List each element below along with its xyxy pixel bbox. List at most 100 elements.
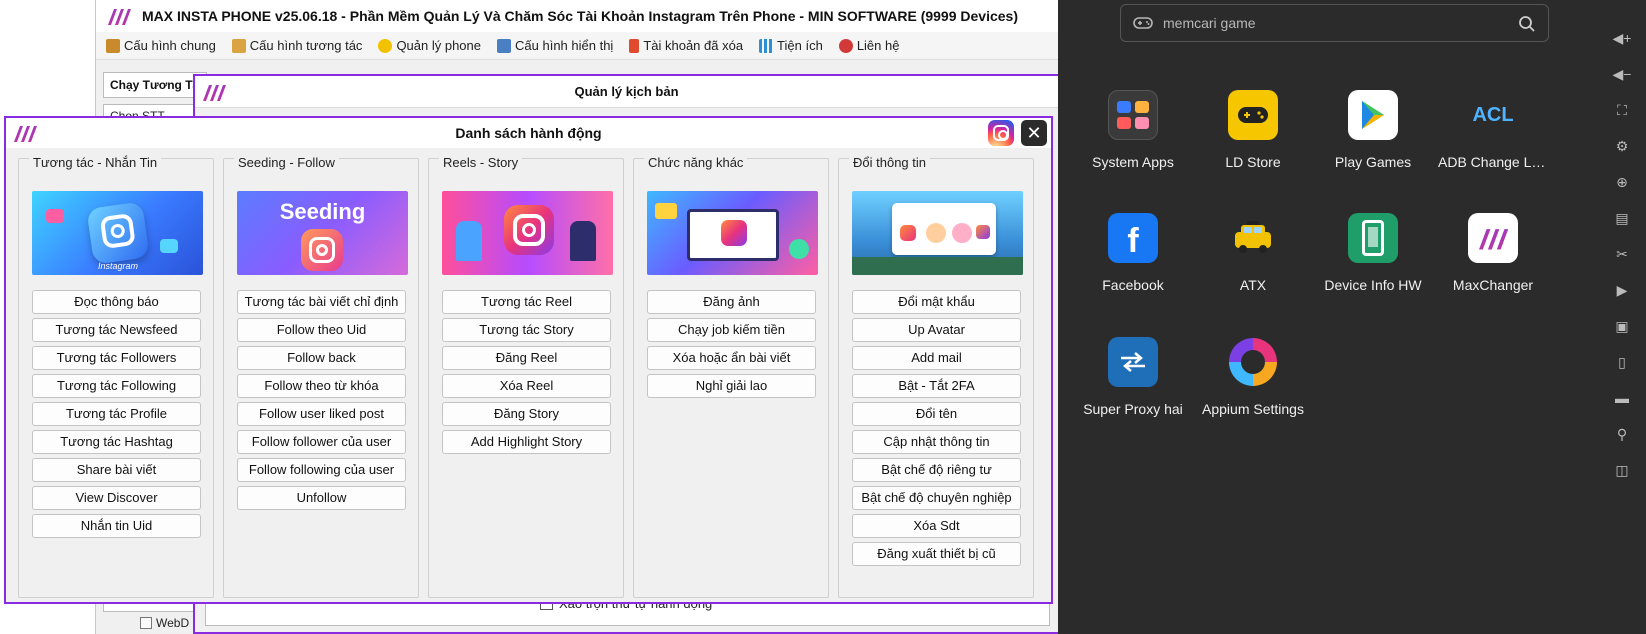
action-follow-follower-button[interactable]: Follow follower của user [237, 430, 406, 454]
action-newsfeed-button[interactable]: Tương tác Newsfeed [32, 318, 201, 342]
menu-phone-manager[interactable]: Quản lý phone [378, 38, 481, 53]
action-read-notifications-button[interactable]: Đọc thông báo [32, 290, 201, 314]
action-change-password-button[interactable]: Đổi mật khẩu [852, 290, 1021, 314]
shake-icon[interactable]: ▯ [1612, 352, 1632, 372]
instagram-banner: Instagram [32, 191, 203, 275]
action-follow-keyword-button[interactable]: Follow theo từ khóa [237, 374, 406, 398]
action-post-reel-button[interactable]: Đăng Reel [442, 346, 611, 370]
action-delete-hide-post-button[interactable]: Xóa hoặc ẩn bài viết [647, 346, 816, 370]
action-interact-reel-button[interactable]: Tương tác Reel [442, 290, 611, 314]
person-figure-icon [570, 221, 596, 261]
maxchanger-icon [1468, 213, 1518, 263]
ld-store-icon [1228, 90, 1278, 140]
action-add-mail-button[interactable]: Add mail [852, 346, 1021, 370]
add-icon[interactable]: ⊕ [1612, 172, 1632, 192]
super-proxy-icon [1108, 337, 1158, 387]
action-earn-money-job-button[interactable]: Chạy job kiếm tiền [647, 318, 816, 342]
menu-display-config[interactable]: Cấu hình hiển thị [497, 38, 613, 53]
menu-contact[interactable]: Liên hệ [838, 38, 899, 53]
action-add-highlight-button[interactable]: Add Highlight Story [442, 430, 611, 454]
instagram-icon[interactable] [988, 120, 1014, 146]
action-delete-phone-button[interactable]: Xóa Sdt [852, 514, 1021, 538]
action-private-mode-button[interactable]: Bật chế độ riêng tư [852, 458, 1021, 482]
action-message-uid-button[interactable]: Nhắn tin Uid [32, 514, 201, 538]
reels-banner [442, 191, 613, 275]
action-interact-specific-post-button[interactable]: Tương tác bài viết chỉ định [237, 290, 406, 314]
search-bar[interactable]: memcari game [1120, 4, 1549, 42]
action-followers-button[interactable]: Tương tác Followers [32, 346, 201, 370]
banner-caption: Instagram [98, 261, 139, 271]
action-profile-button[interactable]: Tương tác Profile [32, 402, 201, 426]
max-logo-icon [108, 9, 131, 25]
apk-icon[interactable]: ▤ [1612, 208, 1632, 228]
group-interaction-messaging: Tương tác - Nhắn Tin Instagram Đọc thông… [18, 155, 214, 598]
heart-icon [46, 209, 64, 223]
app-super-proxy[interactable]: Super Proxy hai [1073, 337, 1193, 447]
scissors-icon[interactable]: ✂ [1612, 244, 1632, 264]
action-post-story-button[interactable]: Đăng Story [442, 402, 611, 426]
menu-deleted-accounts[interactable]: Tài khoản đã xóa [629, 38, 743, 53]
app-maxchanger[interactable]: MaxChanger [1433, 213, 1553, 323]
webd-item[interactable]: WebD [140, 616, 189, 630]
action-following-button[interactable]: Tương tác Following [32, 374, 201, 398]
action-list-title-bar: Danh sách hành động [6, 118, 1051, 148]
file-icon [140, 617, 152, 629]
action-view-discover-button[interactable]: View Discover [32, 486, 201, 510]
profile-card-icon [892, 203, 996, 255]
fullscreen-icon[interactable]: ⛶ [1612, 100, 1632, 120]
atx-icon [1228, 213, 1278, 263]
location-icon[interactable]: ⚲ [1612, 424, 1632, 444]
action-follow-liked-post-button[interactable]: Follow user liked post [237, 402, 406, 426]
folder-icon[interactable]: ▬ [1612, 388, 1632, 408]
action-toggle-2fa-button[interactable]: Bật - Tắt 2FA [852, 374, 1021, 398]
action-delete-reel-button[interactable]: Xóa Reel [442, 374, 611, 398]
app-play-games[interactable]: Play Games [1313, 90, 1433, 200]
action-post-photo-button[interactable]: Đăng ảnh [647, 290, 816, 314]
volume-up-icon[interactable]: ◀+ [1612, 28, 1632, 48]
app-system-apps[interactable]: System Apps [1073, 90, 1193, 200]
action-rest-button[interactable]: Nghỉ giải lao [647, 374, 816, 398]
max-logo-icon [203, 85, 226, 101]
action-up-avatar-button[interactable]: Up Avatar [852, 318, 1021, 342]
contact-icon [838, 38, 853, 53]
menu-bar: Cấu hình chung Cấu hình tương tác Quản l… [96, 32, 1059, 60]
app-appium-settings[interactable]: Appium Settings [1193, 337, 1313, 447]
app-facebook[interactable]: f Facebook [1073, 213, 1193, 323]
banner-caption: Seeding [279, 199, 366, 224]
action-professional-mode-button[interactable]: Bật chế độ chuyên nghiệp [852, 486, 1021, 510]
device-info-icon [1348, 213, 1398, 263]
app-device-info-hw[interactable]: Device Info HW [1313, 213, 1433, 323]
multi-window-icon[interactable]: ◫ [1612, 460, 1632, 480]
action-interact-story-button[interactable]: Tương tác Story [442, 318, 611, 342]
main-title-bar: MAX INSTA PHONE v25.06.18 - Phần Mềm Quả… [96, 0, 1059, 32]
group-label: Tương tác - Nhắn Tin [29, 155, 162, 170]
app-atx[interactable]: ATX [1193, 213, 1313, 323]
phone-icon [378, 38, 393, 53]
facebook-icon: f [1108, 213, 1158, 263]
action-logout-old-devices-button[interactable]: Đăng xuất thiết bị cũ [852, 542, 1021, 566]
app-ld-store[interactable]: LD Store [1193, 90, 1313, 200]
action-update-info-button[interactable]: Cập nhật thông tin [852, 430, 1021, 454]
action-unfollow-button[interactable]: Unfollow [237, 486, 406, 510]
tab-run-interaction[interactable]: Chạy Tương Tá [103, 72, 207, 98]
action-share-post-button[interactable]: Share bài viết [32, 458, 201, 482]
app-adb-change-language[interactable]: ACL ADB Change Language [1433, 90, 1553, 200]
record-icon[interactable]: ▶ [1612, 280, 1632, 300]
action-follow-uid-button[interactable]: Follow theo Uid [237, 318, 406, 342]
menu-general-config[interactable]: Cấu hình chung [106, 38, 216, 53]
group-label: Reels - Story [439, 155, 523, 170]
close-button[interactable]: ✕ [1021, 120, 1047, 146]
action-follow-following-button[interactable]: Follow following của user [237, 458, 406, 482]
script-manager-title: Quản lý kịch bản [574, 84, 679, 99]
action-change-name-button[interactable]: Đổi tên [852, 402, 1021, 426]
settings-icon[interactable]: ⚙ [1612, 136, 1632, 156]
group-label: Seeding - Follow [234, 155, 339, 170]
menu-interaction-config[interactable]: Cấu hình tương tác [231, 38, 362, 53]
instagram-logo-icon [86, 201, 150, 265]
action-buttons: Đăng ảnh Chạy job kiếm tiền Xóa hoặc ẩn … [647, 290, 818, 402]
action-follow-back-button[interactable]: Follow back [237, 346, 406, 370]
macro-icon[interactable]: ▣ [1612, 316, 1632, 336]
volume-down-icon[interactable]: ◀− [1612, 64, 1632, 84]
menu-utilities[interactable]: Tiện ích [759, 38, 823, 53]
action-hashtag-button[interactable]: Tương tác Hashtag [32, 430, 201, 454]
